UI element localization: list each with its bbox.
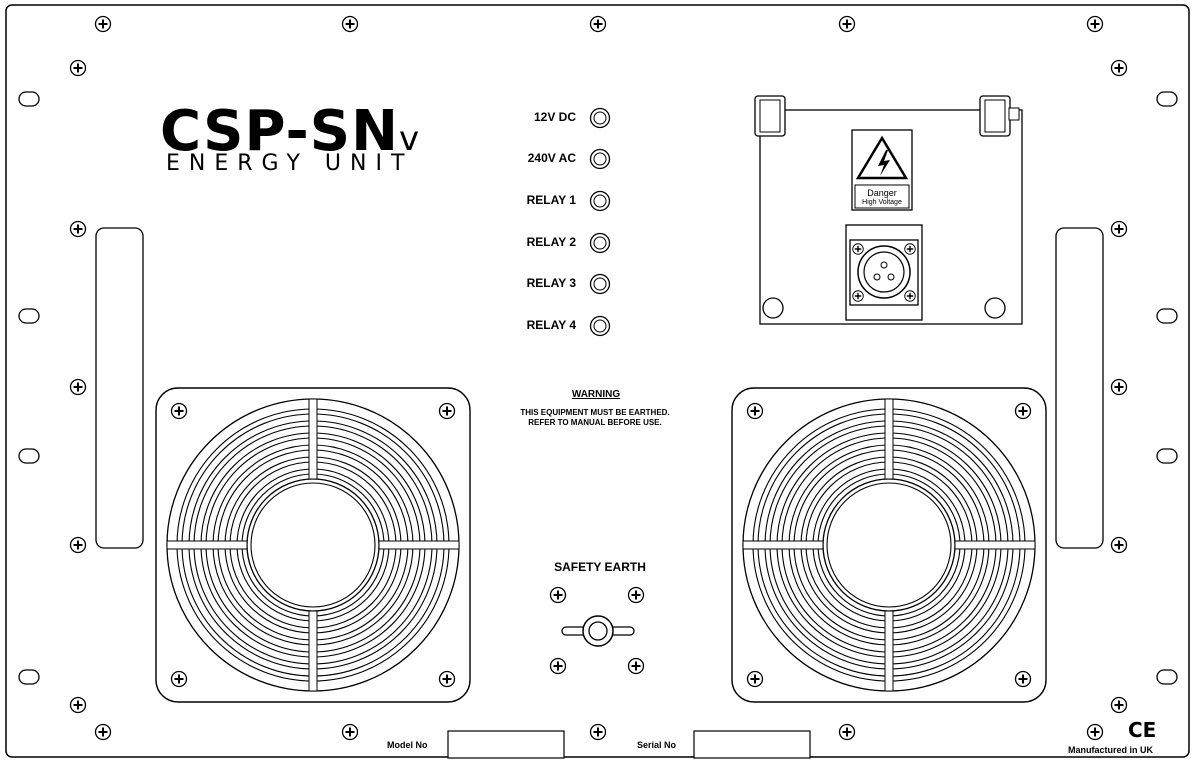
- fan-guard-right: [731, 387, 1047, 703]
- danger-label: Danger High Voltage: [853, 188, 911, 208]
- right-handle: [1055, 227, 1104, 549]
- fan-screw: [438, 670, 456, 688]
- ce-mark: CE: [1128, 718, 1157, 742]
- fan-screw: [1014, 670, 1032, 688]
- danger-subtitle: High Voltage: [862, 199, 902, 206]
- indicator-label-relay-3: RELAY 3: [526, 276, 576, 290]
- warning-body: THIS EQUIPMENT MUST BE EARTHED. REFER TO…: [520, 408, 670, 427]
- manufactured-in-uk: Manufactured in UK: [1068, 745, 1154, 755]
- serial-number-box: [693, 730, 811, 759]
- indicator-label-relay-2: RELAY 2: [526, 235, 576, 249]
- model-number-label: Model No: [387, 740, 428, 750]
- led-relay-2: [589, 232, 611, 254]
- fan-guard-left: [155, 387, 471, 703]
- fan-screw: [170, 402, 188, 420]
- hv-cover-plate: [754, 95, 1023, 325]
- left-handle: [95, 227, 144, 549]
- indicator-label-relay-4: RELAY 4: [526, 318, 576, 332]
- fan-screw: [438, 402, 456, 420]
- danger-title: Danger: [867, 188, 897, 198]
- led-relay-1: [589, 190, 611, 212]
- fan-screw: [746, 402, 764, 420]
- warning-title: WARNING: [571, 389, 621, 400]
- fan-screw: [1014, 402, 1032, 420]
- safety-earth-label: SAFETY EARTH: [554, 560, 646, 574]
- brand-subtitle: ENERGY UNIT: [166, 151, 414, 176]
- indicator-label-relay-1: RELAY 1: [526, 193, 576, 207]
- model-number-box: [447, 730, 565, 759]
- fan-screw: [170, 670, 188, 688]
- led-240v-ac: [589, 148, 611, 170]
- indicator-label-240v-ac: 240V AC: [527, 151, 576, 165]
- led-relay-4: [589, 315, 611, 337]
- fan-screw: [746, 670, 764, 688]
- led-12v-dc: [589, 107, 611, 129]
- serial-number-label: Serial No: [637, 740, 677, 750]
- led-relay-3: [589, 273, 611, 295]
- indicator-label-12v-dc: 12V DC: [533, 110, 576, 124]
